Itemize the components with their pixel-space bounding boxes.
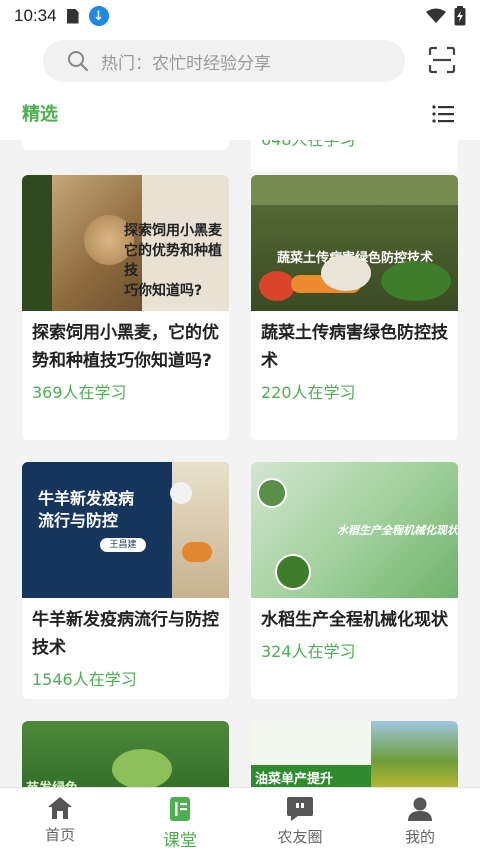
search-bar-row: 热门：农忙时经验分享: [0, 32, 480, 90]
course-card-partial[interactable]: 苗发绿色: [22, 721, 229, 787]
battery-icon: [454, 6, 466, 26]
course-title: 蔬菜土传病害绿色防控技术: [261, 323, 448, 371]
nav-classroom[interactable]: 课堂: [120, 788, 240, 853]
sim-card-icon: [66, 8, 79, 24]
nav-label: 课堂: [163, 831, 197, 851]
search-input[interactable]: 热门：农忙时经验分享: [43, 40, 405, 82]
course-card-partial[interactable]: 648人在学习: [251, 140, 458, 172]
course-thumbnail: 蔬菜土传病害绿色防控技术: [251, 175, 458, 311]
nav-profile[interactable]: 我的: [360, 788, 480, 853]
course-thumbnail: 牛羊新发疫病 流行与防控 王昌建: [22, 462, 229, 598]
course-feed[interactable]: 648人在学习 探索饲用小黑麦 它的优势和种植技 巧你知道吗? 探索饲用小黑麦，…: [0, 140, 480, 787]
course-thumbnail: 水稻生产全程机械化现状: [251, 462, 458, 598]
learner-count: 1546人在学习: [32, 670, 137, 689]
thumbnail-text: 它的优势和种植技: [124, 243, 222, 279]
scan-icon[interactable]: [428, 46, 456, 74]
profile-icon: [408, 797, 432, 821]
home-icon: [48, 797, 72, 819]
nav-label: 农友圈: [277, 828, 323, 846]
learner-count: 220人在学习: [261, 383, 356, 402]
course-title: 牛羊新发疫病流行与防控技术: [32, 610, 219, 658]
nav-home[interactable]: 首页: [0, 788, 120, 853]
course-title: 探索饲用小黑麦，它的优势和种植技巧你知道吗?: [32, 323, 219, 371]
tab-featured[interactable]: 精选: [22, 100, 58, 126]
course-card[interactable]: 蔬菜土传病害绿色防控技术 蔬菜土传病害绿色防控技术 220人在学习: [251, 175, 458, 440]
course-thumbnail: 探索饲用小黑麦 它的优势和种植技 巧你知道吗?: [22, 175, 229, 311]
thumbnail-text: 苗发绿色: [26, 777, 78, 787]
course-card[interactable]: 水稻生产全程机械化现状 水稻生产全程机械化现状 324人在学习: [251, 462, 458, 699]
nav-label: 我的: [404, 828, 435, 846]
search-icon: [68, 51, 89, 72]
course-title: 水稻生产全程机械化现状: [261, 610, 448, 630]
status-time: 10:34: [14, 6, 57, 25]
course-thumbnail: 苗发绿色: [22, 721, 229, 787]
wifi-icon: [426, 8, 446, 23]
learner-count: 648人在学习: [251, 140, 458, 150]
thumbnail-text: 探索饲用小黑麦: [124, 223, 222, 239]
course-card[interactable]: 探索饲用小黑麦 它的优势和种植技 巧你知道吗? 探索饲用小黑麦，它的优势和种植技…: [22, 175, 229, 440]
course-card-partial[interactable]: 油菜单产提升: [251, 721, 458, 787]
nav-label: 首页: [44, 826, 75, 844]
classroom-icon: [170, 797, 190, 821]
thumbnail-text: 水稻生产全程机械化现状: [337, 524, 458, 537]
search-placeholder: 热门：农忙时经验分享: [101, 53, 271, 74]
learner-count: 324人在学习: [261, 642, 356, 661]
list-menu-icon[interactable]: [431, 102, 455, 126]
category-tab-row: 精选: [0, 90, 480, 140]
thumbnail-text: 油菜单产提升: [255, 772, 334, 787]
course-card[interactable]: 牛羊新发疫病 流行与防控 王昌建 牛羊新发疫病流行与防控技术 1546人在学习: [22, 462, 229, 699]
thumbnail-text: 巧你知道吗?: [124, 283, 203, 299]
course-thumbnail: 油菜单产提升: [251, 721, 458, 787]
status-bar: 10:34 ↓: [0, 0, 480, 32]
thumbnail-text: 流行与防控: [38, 511, 119, 530]
speaker-name: 王昌建: [100, 538, 146, 552]
bottom-navigation: 首页 课堂 农友圈 我的: [0, 787, 480, 853]
nav-community[interactable]: 农友圈: [240, 788, 360, 853]
learner-count: 369人在学习: [32, 383, 127, 402]
course-card-partial[interactable]: [22, 140, 229, 150]
thumbnail-text: 牛羊新发疫病: [38, 489, 135, 508]
download-icon: ↓: [88, 6, 109, 26]
chat-icon: [287, 797, 313, 821]
